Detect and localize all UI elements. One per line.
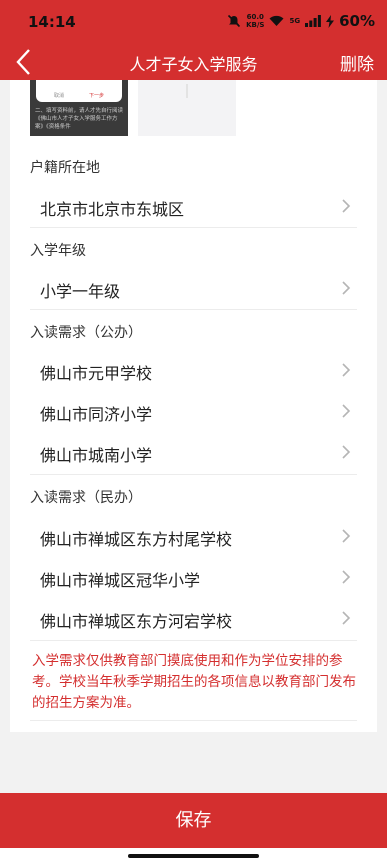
private-school-row[interactable]: 佛山市禅城区冠华小学 (30, 557, 357, 597)
doc-next-label: 下一步 (88, 93, 104, 99)
delete-button[interactable]: 删除 (340, 50, 374, 75)
household-value: 北京市北京市东城区 (40, 200, 185, 219)
public-school-name: 佛山市元甲学校 (40, 364, 153, 383)
public-school-name: 佛山市城南小学 (40, 446, 153, 465)
chevron-right-icon (342, 445, 351, 459)
signal-icon (305, 15, 321, 27)
network-type: 5G (289, 17, 301, 25)
wifi-icon (269, 15, 284, 26)
divider (30, 720, 357, 721)
private-school-row[interactable]: 佛山市禅城区东方河宕学校 (30, 598, 357, 638)
status-icons: 60.0 KB/S 5G 60% (227, 12, 375, 30)
public-school-row[interactable]: 佛山市城南小学 (30, 432, 357, 472)
divider (30, 640, 357, 641)
document-dialog: 取消 下一步 (36, 80, 122, 102)
add-image-thumbnail[interactable] (138, 80, 236, 136)
private-school-name: 佛山市禅城区东方村尾学校 (40, 530, 233, 549)
mute-icon (228, 14, 241, 28)
charging-icon (326, 14, 335, 28)
doc-cancel-label: 取消 (54, 93, 65, 99)
chevron-right-icon (342, 199, 351, 213)
public-school-row[interactable]: 佛山市同济小学 (30, 391, 357, 431)
grade-row[interactable]: 小学一年级 (30, 268, 357, 308)
grade-label: 入学年级 (30, 243, 86, 259)
chevron-right-icon (342, 570, 351, 584)
nav-bar: 人才子女入学服务 删除 (0, 44, 387, 80)
public-school-name: 佛山市同济小学 (40, 405, 153, 424)
chevron-right-icon (342, 363, 351, 377)
save-button[interactable]: 保存 (0, 793, 387, 848)
form-card: 取消 下一步 二、填写资料前，请人才先自行阅读《佛山市人才子女入学服务工作方案》… (10, 80, 377, 732)
notice-text: 入学需求仅供教育部门摸底使用和作为学位安排的参考。学校当年秋季学期招生的各项信息… (32, 653, 356, 711)
private-schools-label: 入读需求（民办） (30, 490, 142, 506)
chevron-right-icon (342, 281, 351, 295)
placeholder-mark (186, 84, 188, 98)
household-label: 户籍所在地 (30, 160, 100, 176)
household-row[interactable]: 北京市北京市东城区 (30, 186, 357, 226)
private-school-name: 佛山市禅城区冠华小学 (40, 571, 201, 590)
document-thumbnail[interactable]: 取消 下一步 二、填写资料前，请人才先自行阅读《佛山市人才子女入学服务工作方案》… (30, 80, 128, 136)
status-time: 14:14 (28, 13, 76, 31)
private-school-row[interactable]: 佛山市禅城区东方村尾学校 (30, 516, 357, 556)
divider (30, 227, 357, 228)
private-school-name: 佛山市禅城区东方河宕学校 (40, 612, 233, 631)
public-schools-label: 入读需求（公办） (30, 325, 142, 341)
grade-value: 小学一年级 (40, 282, 121, 301)
chevron-right-icon (342, 529, 351, 543)
home-indicator[interactable] (128, 854, 259, 858)
divider (30, 309, 357, 310)
page-title: 人才子女入学服务 (129, 55, 258, 74)
divider (30, 474, 357, 475)
chevron-right-icon (342, 611, 351, 625)
battery-level: 60% (339, 12, 375, 30)
chevron-right-icon (342, 404, 351, 418)
status-bar: 14:14 60.0 KB/S 5G 60% (0, 0, 387, 44)
doc-text: 二、填写资料前，请人才先自行阅读《佛山市人才子女入学服务工作方案》《资格条件 (35, 108, 124, 130)
net-speed: 60.0 KB/S (246, 13, 265, 29)
public-school-row[interactable]: 佛山市元甲学校 (30, 350, 357, 390)
